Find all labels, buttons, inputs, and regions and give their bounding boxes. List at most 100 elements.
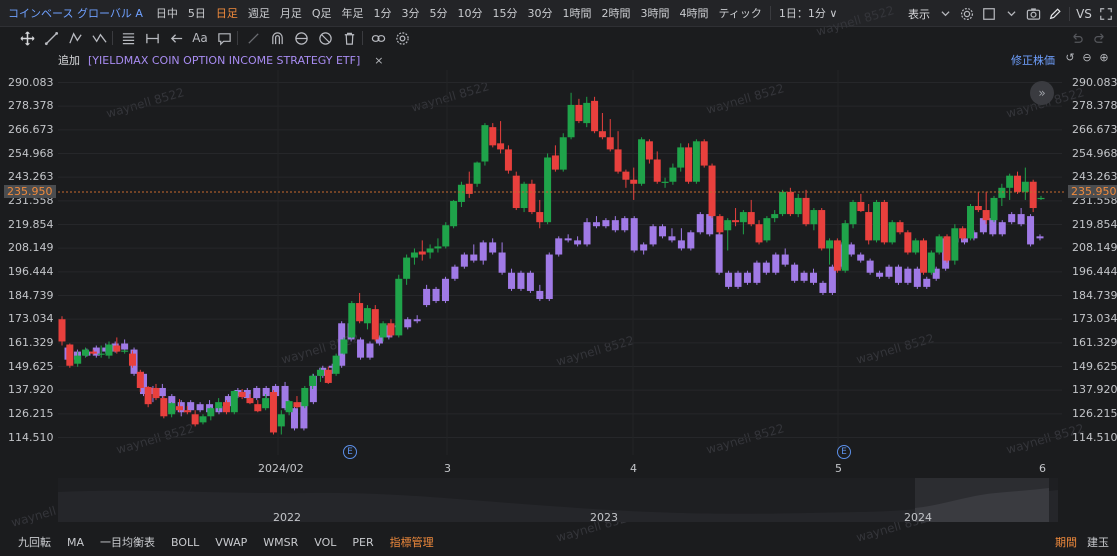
symbol-selector[interactable]: コインベース グローバル A <box>0 5 151 21</box>
candle-body <box>434 246 442 249</box>
period-tab[interactable]: 年足 <box>337 5 369 21</box>
indicator-tab[interactable]: 一目均衡表 <box>92 534 163 550</box>
adjusted-price-toggle[interactable]: 修正株価 <box>1011 52 1055 68</box>
period-tab[interactable]: 10分 <box>453 5 488 21</box>
overlay-candle <box>696 212 704 235</box>
expand-icon[interactable] <box>1095 0 1117 27</box>
settings-icon[interactable] <box>956 0 978 27</box>
measure-icon[interactable] <box>141 27 163 49</box>
period-tab[interactable]: 4時間 <box>675 5 714 21</box>
visibility-icon[interactable] <box>290 27 312 49</box>
pencil-icon[interactable] <box>1044 0 1066 27</box>
price-candle <box>833 238 841 273</box>
arrow-left-icon[interactable] <box>165 27 187 49</box>
trend-line-icon[interactable] <box>40 27 62 49</box>
price-candle <box>653 151 661 184</box>
indicator-tab[interactable]: 指標管理 <box>382 534 442 550</box>
polyline-icon[interactable] <box>64 27 86 49</box>
candle-body <box>559 137 567 170</box>
indicator-tab[interactable]: VOL <box>306 536 344 549</box>
indicator-tab[interactable]: 九回転 <box>0 534 59 550</box>
period-tab[interactable]: 月足 <box>275 5 307 21</box>
zoom-in-icon[interactable]: ⊕ <box>1097 50 1111 64</box>
period-tab[interactable]: 3分 <box>397 5 425 21</box>
indicator-tab[interactable]: MA <box>59 536 92 549</box>
price-candle <box>912 238 920 255</box>
earnings-badge[interactable]: E <box>837 445 851 459</box>
period-tab[interactable]: 15分 <box>488 5 523 21</box>
price-candle <box>481 123 489 166</box>
price-candle <box>559 133 567 172</box>
link-icon[interactable] <box>367 27 389 49</box>
reset-icon[interactable]: ↺ <box>1063 50 1077 64</box>
price-candle <box>818 208 826 251</box>
period-toggle[interactable]: 期間 <box>1055 534 1077 550</box>
price-candle <box>66 343 74 368</box>
add-indicator-button[interactable]: 追加 <box>58 52 80 68</box>
scroll-latest-button[interactable]: » <box>1030 81 1054 105</box>
candle-body <box>700 141 708 166</box>
period-tab[interactable]: Q足 <box>307 5 337 21</box>
overlay-candle <box>526 270 534 293</box>
hide-icon[interactable] <box>314 27 336 49</box>
indicator-tab[interactable]: VWAP <box>207 536 255 549</box>
period-tab[interactable]: 5分 <box>425 5 453 21</box>
compare-symbol-label[interactable]: [YIELDMAX COIN OPTION INCOME STRATEGY ET… <box>88 54 360 67</box>
wave-pattern-icon[interactable] <box>88 27 110 49</box>
period-tab[interactable]: 5日 <box>183 5 211 21</box>
camera-icon[interactable] <box>1022 0 1044 27</box>
indicator-tab[interactable]: PER <box>344 536 381 549</box>
period-tab[interactable]: 3時間 <box>636 5 675 21</box>
overlay-candle <box>791 262 799 283</box>
watermark-text: waynell 8522 <box>704 421 786 457</box>
period-tab[interactable]: 日中 <box>151 5 183 21</box>
bottom-right-controls: 期間 建玉 <box>1055 534 1109 550</box>
close-icon[interactable]: × <box>374 54 383 67</box>
indicator-tab[interactable]: BOLL <box>163 536 207 549</box>
period-tab[interactable]: 1分 <box>369 5 397 21</box>
overlay-candle <box>413 315 421 324</box>
display-menu[interactable]: 表示 <box>908 6 930 22</box>
period-tabs: 日中 5日 日足 週足 月足 Q足 年足 1分 3分 5分 10分 15分 30分 1時間 2時間 3時間 4時… <box>151 5 767 21</box>
drawing-settings-icon[interactable] <box>391 27 413 49</box>
chevron-down-icon[interactable] <box>1000 0 1022 27</box>
candle-body <box>526 272 534 291</box>
eraser-line-icon[interactable] <box>242 27 264 49</box>
navigator-selection[interactable] <box>915 478 1049 522</box>
period-tab[interactable]: 週足 <box>243 5 275 21</box>
text-tool-icon[interactable]: Aa <box>189 27 211 49</box>
candle-body <box>160 398 168 417</box>
zoom-out-icon[interactable]: ⊖ <box>1080 50 1094 64</box>
crosshair-icon[interactable] <box>16 27 38 49</box>
fibonacci-icon[interactable] <box>117 27 139 49</box>
vs-compare-button[interactable]: VS <box>1073 0 1095 27</box>
period-tab[interactable]: 日足 <box>211 5 243 21</box>
overlay-candle <box>706 212 714 237</box>
trash-icon[interactable] <box>338 27 360 49</box>
redo-icon[interactable] <box>1089 27 1111 49</box>
watermark-text: waynell 8522 <box>409 79 491 115</box>
indicator-tab[interactable]: WMSR <box>255 536 306 549</box>
interval-select[interactable]: 1日：1分 ∨ <box>774 5 843 21</box>
position-toggle[interactable]: 建玉 <box>1087 534 1109 550</box>
overlay-candle <box>158 383 166 399</box>
period-tab[interactable]: 1時間 <box>558 5 597 21</box>
price-chart[interactable] <box>0 0 1117 556</box>
earnings-badge[interactable]: E <box>343 445 357 459</box>
period-tab[interactable]: ティック <box>714 5 767 21</box>
candle-body <box>168 403 176 415</box>
price-candle <box>183 406 191 415</box>
period-tab[interactable]: 30分 <box>523 5 558 21</box>
price-tick-label: 254.968 <box>8 146 54 160</box>
magnet-icon[interactable] <box>266 27 288 49</box>
candle-body <box>403 257 411 279</box>
period-tab[interactable]: 2時間 <box>597 5 636 21</box>
chevron-down-icon[interactable] <box>934 0 956 27</box>
comment-icon[interactable] <box>213 27 235 49</box>
candle-body <box>645 141 653 160</box>
candle-body <box>743 272 751 283</box>
price-candle <box>371 305 379 342</box>
price-candle <box>802 189 810 227</box>
layout-icon[interactable] <box>978 0 1000 27</box>
undo-icon[interactable] <box>1065 27 1087 49</box>
